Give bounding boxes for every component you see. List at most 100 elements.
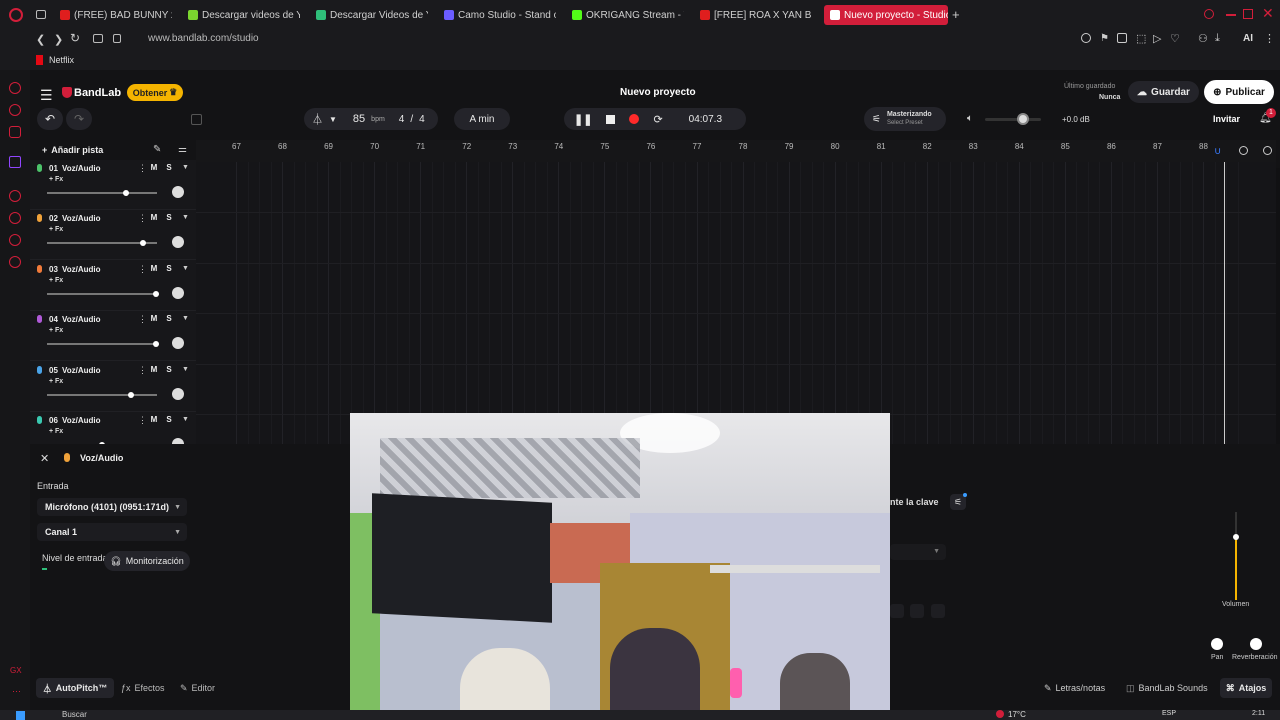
pencil-icon[interactable]: ✎	[153, 144, 161, 155]
browser-tab[interactable]: [FREE] ROA X YAN BLOCK	[700, 5, 812, 25]
note-button-g[interactable]	[890, 604, 904, 618]
side-panel-icon[interactable]	[191, 114, 202, 125]
browser-tab[interactable]: Nuevo proyecto - Studio	[824, 5, 948, 25]
menu-icon[interactable]: ⋮	[1264, 32, 1275, 45]
reload-icon[interactable]: ↻	[70, 31, 80, 45]
search-tabs-icon[interactable]	[1204, 9, 1214, 19]
sounds-button[interactable]: ◫ BandLab Sounds	[1126, 683, 1208, 694]
speaker-icon[interactable]: 🔈︎	[967, 113, 973, 124]
weather-temp[interactable]: 17°C	[1008, 710, 1026, 719]
back-icon[interactable]: ❮	[36, 33, 45, 46]
twitch-icon[interactable]	[9, 156, 21, 168]
browser-tab[interactable]: Camo Studio - Stand out w	[444, 5, 556, 25]
track-menu-icon[interactable]: ⋮	[138, 365, 147, 376]
timeline-area[interactable]	[196, 162, 1276, 444]
note-button-b[interactable]	[931, 604, 945, 618]
key-correction-label[interactable]: nte la clave	[890, 497, 939, 507]
track-pan-knob[interactable]	[172, 337, 184, 350]
bandlab-logo[interactable]: BandLab	[74, 87, 121, 99]
opera-logo-icon[interactable]	[9, 8, 23, 22]
solo-button[interactable]: S	[163, 314, 175, 323]
lyrics-button[interactable]: ✎ Letras/notas	[1044, 683, 1105, 694]
track-name[interactable]: Voz/Audio	[62, 214, 101, 223]
whatsapp-icon[interactable]	[9, 104, 21, 116]
messenger-icon[interactable]	[9, 82, 21, 94]
solo-button[interactable]: S	[163, 415, 175, 424]
close-window-icon[interactable]: ✕	[1262, 5, 1274, 22]
bpm-value[interactable]: 85	[353, 113, 365, 125]
mute-button[interactable]: M	[148, 163, 160, 172]
track-name[interactable]: Voz/Audio	[62, 366, 101, 375]
track-header[interactable]: 01 Voz/Audio + Fx ⋮ M S ▼	[30, 160, 196, 210]
autopitch-tab[interactable]: ⏃ AutoPitch™	[36, 678, 114, 698]
track-settings-icon[interactable]: ⚌	[178, 144, 187, 155]
zoom-out-icon[interactable]	[1239, 146, 1248, 155]
track-fx-button[interactable]: + Fx	[49, 277, 63, 284]
track-menu-icon[interactable]: ⋮	[138, 314, 147, 325]
pause-icon[interactable]: ❚❚	[574, 113, 592, 126]
tab-overview-icon[interactable]	[36, 10, 46, 19]
browser-tab[interactable]: Descargar videos de YouT	[188, 5, 300, 25]
track-volume-slider[interactable]	[47, 341, 159, 348]
metronome-icon[interactable]: ⏃	[312, 111, 323, 127]
mute-button[interactable]: M	[148, 415, 160, 424]
track-pan-knob[interactable]	[172, 286, 184, 299]
timeline-ruler[interactable]: 67 68 69 70 71 72 73 74 75 76 77 78 79 80 81 82 83 84 85 86…	[196, 140, 1276, 162]
track-menu-icon[interactable]: ⋮	[138, 415, 147, 426]
publish-button[interactable]: ⊕ Publicar	[1204, 80, 1274, 104]
gx-icon[interactable]: GX	[10, 666, 22, 675]
new-tab-button[interactable]: +	[952, 7, 960, 22]
add-track-button[interactable]: + Añadir pista	[42, 145, 103, 155]
effects-tab[interactable]: ƒx Efectos	[121, 683, 165, 693]
mic-selector[interactable]: Micrófono (4101) (0951:171d) ▼	[37, 498, 187, 516]
heart-icon[interactable]: ♡	[1170, 32, 1180, 45]
track-volume-slider[interactable]	[47, 240, 157, 247]
wallet-icon[interactable]: ⚇	[1198, 32, 1208, 45]
browser-tab[interactable]: (FREE) BAD BUNNY x TAI	[60, 5, 172, 25]
magnet-icon[interactable]: ∪	[1214, 146, 1221, 157]
mute-button[interactable]: M	[148, 365, 160, 374]
track-fx-button[interactable]: + Fx	[49, 378, 63, 385]
reverb-knob[interactable]	[1250, 638, 1262, 650]
monitor-button[interactable]: 🎧︎ Monitorización	[104, 551, 190, 571]
master-volume-knob[interactable]	[1017, 113, 1029, 125]
forward-icon[interactable]: ❯	[54, 33, 63, 46]
mute-button[interactable]: M	[148, 314, 160, 323]
volume-fader-knob[interactable]	[1233, 534, 1239, 540]
track-name[interactable]: Voz/Audio	[62, 164, 101, 173]
redo-button[interactable]: ↷	[66, 108, 92, 130]
track-menu-icon[interactable]: ⋮	[138, 213, 147, 224]
track-fx-button[interactable]: + Fx	[49, 428, 63, 435]
track-volume-knob[interactable]	[123, 190, 130, 196]
track-pan-knob[interactable]	[172, 387, 184, 400]
close-panel-icon[interactable]: ✕	[40, 452, 49, 465]
track-pan-knob[interactable]	[172, 236, 184, 249]
track-fx-button[interactable]: + Fx	[49, 176, 63, 183]
obtener-button[interactable]: Obtener ♛	[127, 84, 183, 101]
track-fx-button[interactable]: + Fx	[49, 226, 63, 233]
page-search-icon[interactable]	[1081, 33, 1091, 43]
track-volume-knob[interactable]	[139, 240, 146, 247]
speed-dial-icon[interactable]	[93, 34, 103, 43]
track-volume-slider[interactable]	[47, 391, 157, 398]
browser-tab[interactable]: OKRIGANG Stream - Watc	[572, 5, 684, 25]
track-header[interactable]: 03 Voz/Audio + Fx ⋮ M S ▼	[30, 261, 196, 311]
track-volume-knob[interactable]	[127, 391, 134, 398]
url-field[interactable]: www.bandlab.com/studio	[148, 33, 259, 44]
player-icon[interactable]: ▷	[1153, 32, 1161, 45]
track-menu-icon[interactable]: ⋮	[138, 163, 147, 174]
record-icon[interactable]	[629, 114, 640, 124]
aria-ai-button[interactable]: AI	[1243, 33, 1253, 44]
more-icon[interactable]: ⋯	[12, 686, 21, 697]
maximize-icon[interactable]	[1243, 9, 1253, 19]
extensions-icon[interactable]: ⬚	[1136, 32, 1146, 45]
track-header[interactable]: 05 Voz/Audio + Fx ⋮ M S ▼	[30, 362, 196, 412]
bookmark-netflix[interactable]: Netflix	[49, 55, 74, 65]
invite-button[interactable]: Invitar	[1213, 114, 1240, 124]
hamburger-icon[interactable]: ☰	[40, 87, 53, 104]
master-volume-slider[interactable]	[985, 118, 1041, 121]
download-icon[interactable]: ⤓	[1215, 32, 1220, 45]
track-menu-icon[interactable]: ⋮	[138, 264, 147, 275]
instagram-icon[interactable]	[9, 126, 21, 138]
loop-icon[interactable]: ⟳	[653, 113, 662, 126]
